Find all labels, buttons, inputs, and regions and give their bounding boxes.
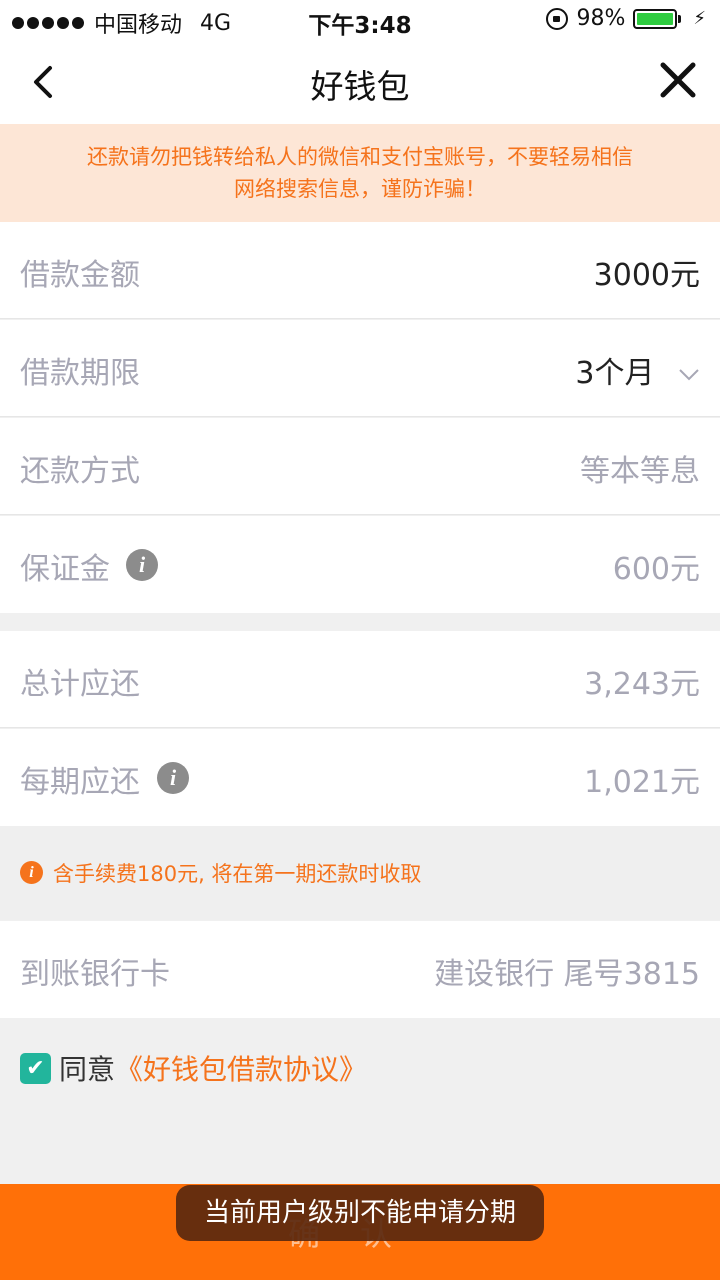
bank-card-row: 到账银行卡 建设银行 尾号3815 — [0, 921, 720, 1018]
loan-term-value: 3个月 — [575, 356, 655, 391]
bank-card-value: 建设银行 尾号3815 — [434, 957, 700, 992]
deposit-label: 保证金 — [20, 552, 110, 587]
repayment-method-row: 还款方式 等本等息 — [0, 418, 720, 515]
agreement-prefix: 同意 — [59, 1053, 116, 1086]
fee-notice: i 含手续费180元, 将在第一期还款时收取 — [0, 826, 720, 920]
bank-card-label: 到账银行卡 — [20, 957, 170, 992]
per-period-value: 1,021元 — [584, 765, 700, 800]
loan-term-select[interactable]: 3个月 — [575, 348, 700, 392]
per-period-info-icon[interactable]: i — [157, 762, 189, 794]
close-icon — [660, 62, 696, 98]
deposit-info-icon[interactable]: i — [126, 549, 158, 581]
total-repay-value: 3,243元 — [584, 667, 700, 702]
repayment-method-label: 还款方式 — [20, 454, 140, 489]
deposit-row: 保证金 i 600元 — [0, 516, 720, 613]
loan-amount-row: 借款金额 3000元 — [0, 222, 720, 319]
per-period-row: 每期应还 i 1,021元 — [0, 729, 720, 826]
loan-term-label: 借款期限 — [20, 356, 140, 391]
agreement: ✔ 同意 《好钱包借款协议》 — [20, 1048, 367, 1088]
fraud-warning-banner: 还款请勿把钱转给私人的微信和支付宝账号，不要轻易相信 网络搜索信息，谨防诈骗！ — [0, 124, 720, 222]
agreement-checkbox[interactable]: ✔ — [20, 1052, 51, 1084]
battery-icon — [633, 8, 682, 29]
toast-message: 当前用户级别不能申请分期 — [176, 1185, 544, 1241]
banner-line-1: 还款请勿把钱转给私人的微信和支付宝账号，不要轻易相信 — [87, 145, 633, 169]
loan-term-row[interactable]: 借款期限 3个月 — [0, 320, 720, 417]
rotation-lock-icon — [546, 7, 569, 30]
warning-info-icon: i — [20, 861, 43, 884]
status-right: 98% ⚡ — [546, 6, 706, 31]
nav-bar: 好钱包 — [0, 40, 720, 124]
battery-fill — [637, 12, 673, 25]
fee-notice-text: 含手续费180元, 将在第一期还款时收取 — [53, 862, 422, 886]
per-period-label: 每期应还 — [20, 765, 140, 800]
status-bar: 中国移动 4G 下午3:48 98% ⚡ — [0, 0, 720, 40]
close-button[interactable] — [658, 60, 698, 100]
total-repay-label: 总计应还 — [20, 667, 140, 702]
charging-icon: ⚡ — [693, 8, 706, 29]
agreement-link[interactable]: 《好钱包借款协议》 — [115, 1048, 367, 1088]
loan-amount-label: 借款金额 — [20, 258, 140, 293]
deposit-value: 600元 — [612, 552, 700, 587]
battery-percent: 98% — [576, 6, 626, 31]
total-repay-row: 总计应还 3,243元 — [0, 631, 720, 728]
screen: 中国移动 4G 下午3:48 98% ⚡ 好钱包 还款请勿把钱转给私人的微信和支… — [0, 0, 720, 1280]
repayment-method-value: 等本等息 — [580, 454, 700, 489]
loan-amount-value: 3000元 — [593, 258, 700, 293]
page-title: 好钱包 — [310, 67, 410, 106]
chevron-down-icon — [679, 368, 699, 380]
banner-line-2: 网络搜索信息，谨防诈骗！ — [234, 177, 486, 201]
